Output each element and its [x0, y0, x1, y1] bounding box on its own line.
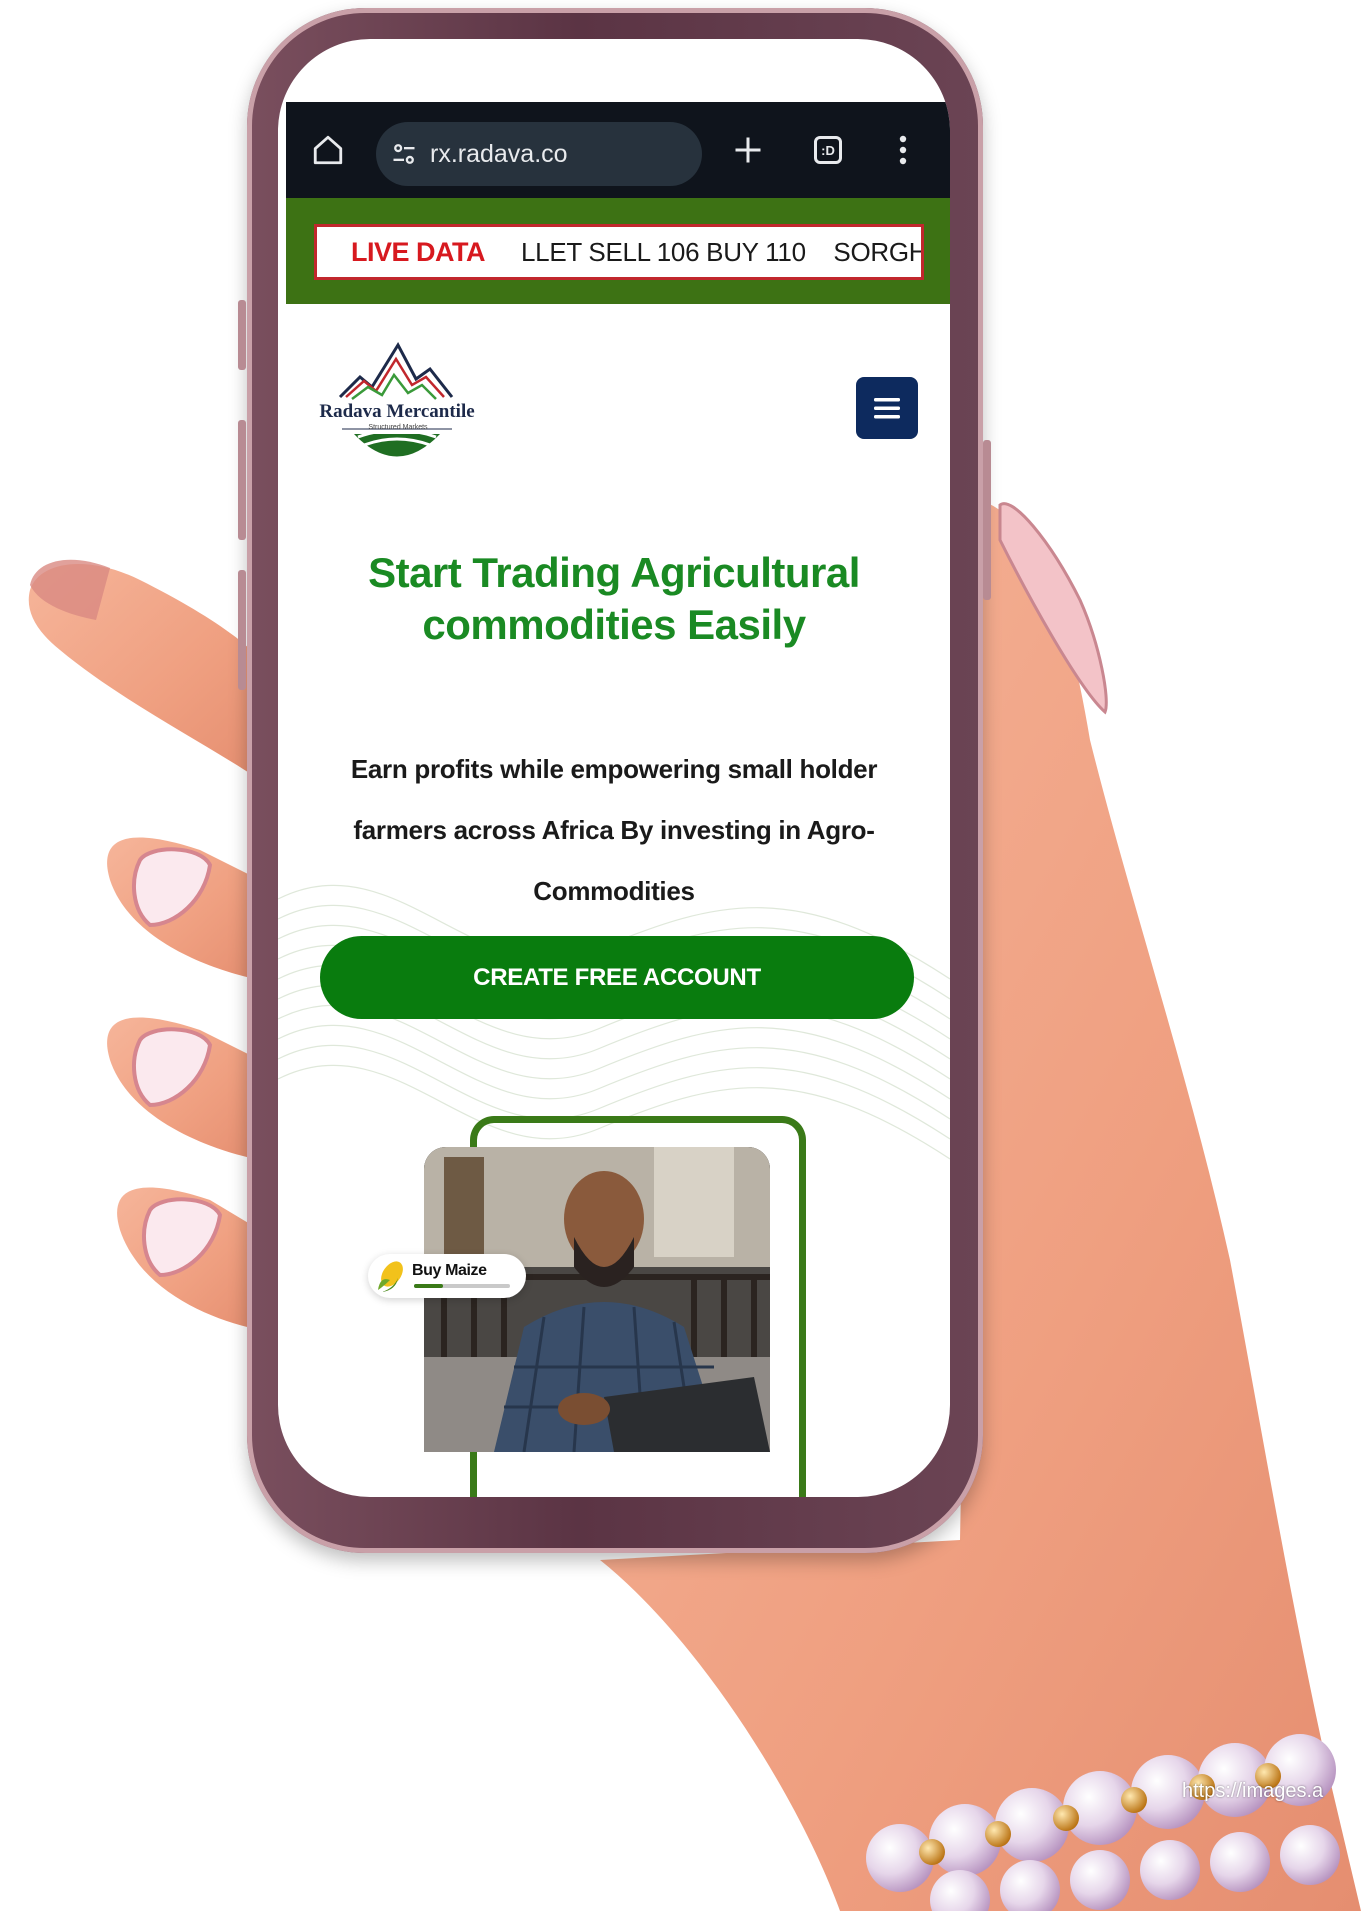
- phone-volume-button: [238, 420, 246, 540]
- man-with-laptop-image: [424, 1147, 770, 1452]
- buy-maize-label: Buy Maize: [412, 1262, 487, 1279]
- logo-tagline: Structured Markets: [368, 424, 428, 431]
- buy-progress-track: [414, 1284, 510, 1288]
- tab-switcher-icon[interactable]: :D: [808, 132, 848, 168]
- logo-name: Radava Mercantile: [319, 401, 475, 422]
- phone-volume-button: [238, 570, 246, 690]
- live-ticker-band: LIVE DATA LLET SELL 106 BUY 110 SORGH: [286, 198, 950, 304]
- tab-count: :D: [814, 136, 842, 164]
- browser-toolbar: rx.radava.co :D: [286, 102, 950, 198]
- new-tab-icon[interactable]: [728, 132, 768, 168]
- ticker-text: LLET SELL 106 BUY 110 SORGH: [521, 236, 924, 267]
- live-data-label: LIVE DATA: [351, 236, 486, 267]
- hero-subtitle: Earn profits while empowering small hold…: [350, 754, 878, 906]
- buy-progress-fill: [414, 1284, 443, 1288]
- hero-photo: [424, 1147, 770, 1452]
- corn-icon: [378, 1261, 403, 1292]
- buy-maize-chip[interactable]: Buy Maize: [368, 1254, 526, 1298]
- site-settings-icon[interactable]: [390, 140, 418, 168]
- overflow-menu-icon[interactable]: [888, 132, 918, 168]
- hero-title: Start Trading Agricultural commodities E…: [368, 549, 860, 648]
- phone-side-button: [238, 300, 246, 370]
- phone-screen: rx.radava.co :D LIVE DATA LLET SELL 106 …: [278, 39, 950, 1497]
- watermark-text: https://images.a: [1182, 1780, 1324, 1802]
- url-text[interactable]: rx.radava.co: [430, 140, 568, 169]
- live-ticker: LIVE DATA LLET SELL 106 BUY 110 SORGH: [314, 224, 924, 280]
- address-bar[interactable]: rx.radava.co: [376, 122, 702, 186]
- hamburger-icon: [874, 398, 900, 419]
- phone-power-button: [983, 440, 991, 600]
- create-account-button[interactable]: CREATE FREE ACCOUNT: [320, 936, 914, 1019]
- home-icon[interactable]: [308, 132, 348, 168]
- hamburger-menu-button[interactable]: [856, 377, 918, 439]
- site-logo[interactable]: Radava Mercantile Structured Markets: [312, 339, 482, 469]
